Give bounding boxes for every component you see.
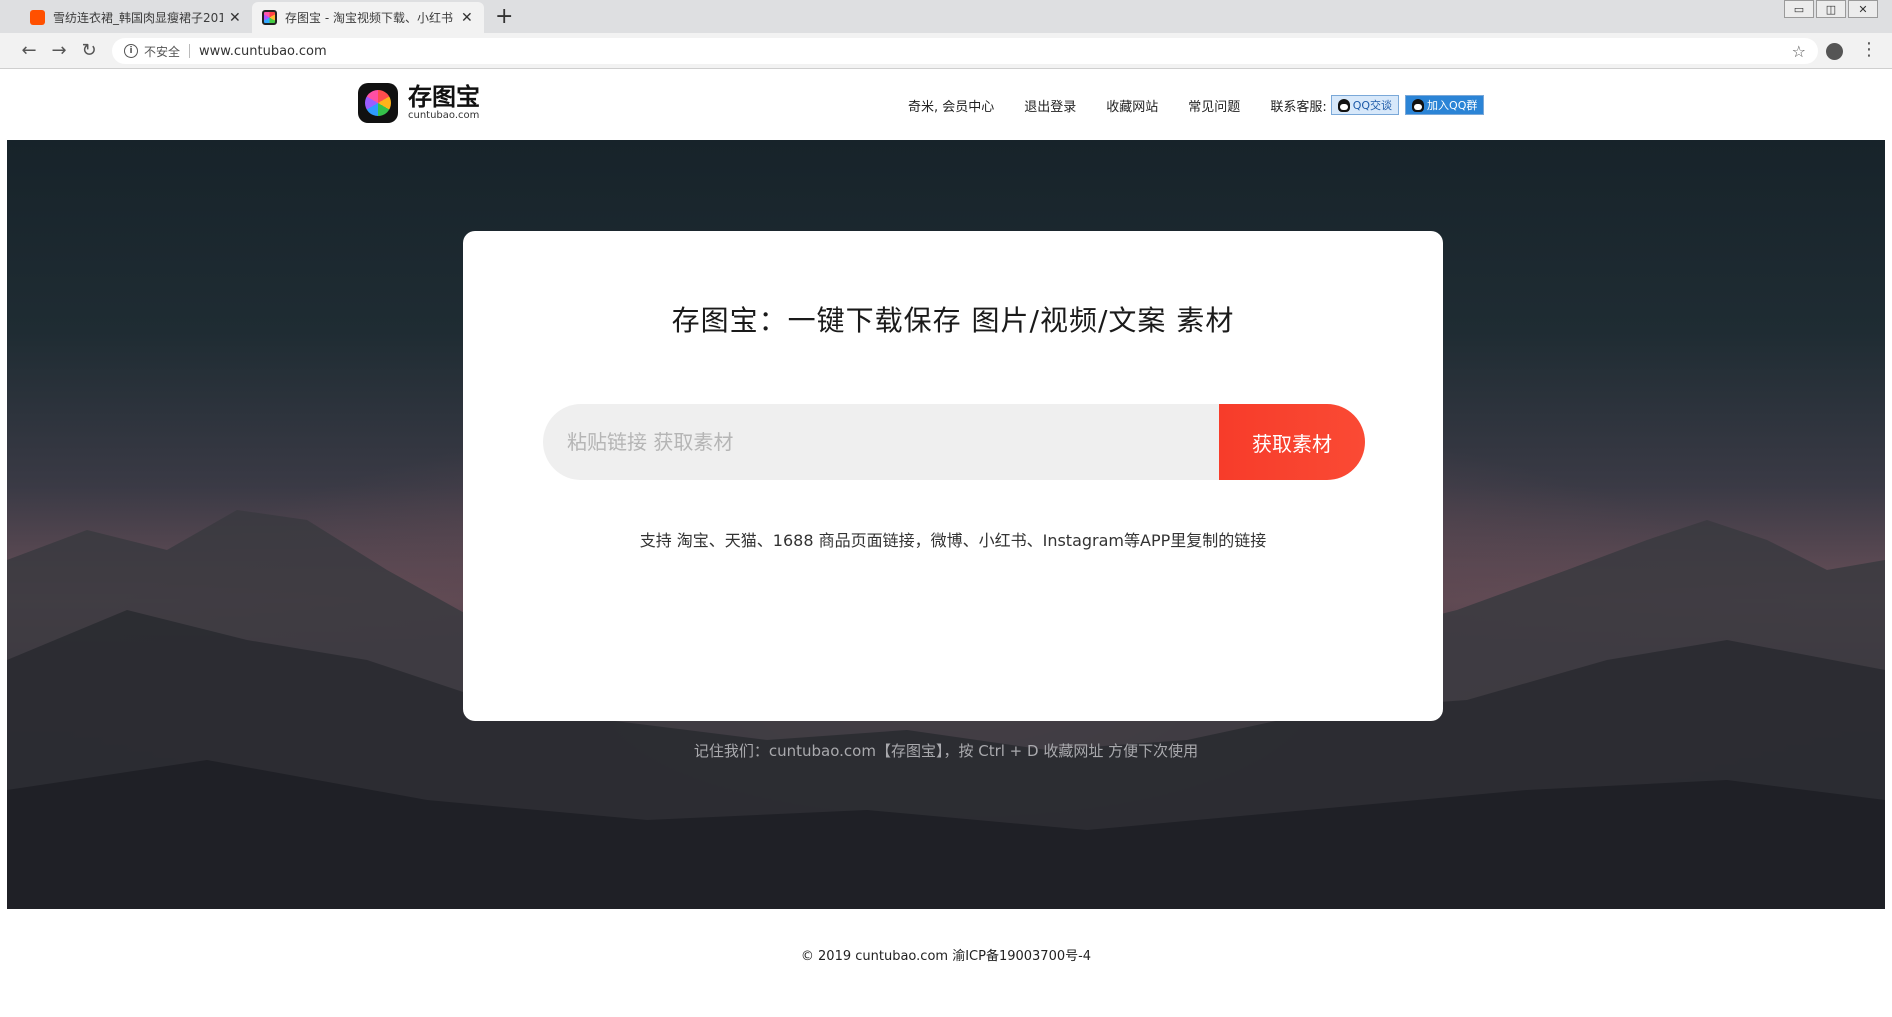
address-separator [189,44,191,58]
tab-title: 雪纺连衣裙_韩国肉显瘦裙子2019 [53,11,223,25]
contact-label: 联系客服: [1270,99,1327,115]
browser-tab-cuntubao[interactable]: 存图宝 - 淘宝视频下载、小红书 ✕ [252,2,484,33]
bookmark-hint-text: 记住我们：cuntubao.com【存图宝】，按 Ctrl + D 收藏网址 方… [693,742,1199,760]
logo-text: 存图宝 cuntubao.com [408,85,480,121]
reload-button[interactable]: ↻ [74,40,104,61]
security-status: 不安全 [144,44,181,59]
logo-name: 存图宝 [408,83,480,111]
tab-close-icon[interactable]: ✕ [229,10,241,26]
search-card: 存图宝：一键下载保存 图片/视频/文案 素材 获取素材 支持 淘宝、天猫、168… [463,231,1443,721]
qq-group-label: 加入QQ群 [1427,99,1478,112]
browser-toolbar: ← → ↻ i 不安全 www.cuntubao.com ☆ ⋮ [0,33,1892,69]
site-logo[interactable]: 存图宝 cuntubao.com [358,83,480,123]
restore-button[interactable]: ◫ [1816,0,1846,18]
supported-sites-text: 支持 淘宝、天猫、1688 商品页面链接，微博、小红书、Instagram等AP… [639,531,1267,550]
bookmark-star-icon[interactable]: ☆ [1792,42,1806,61]
search-form: 获取素材 [543,404,1365,480]
nav-bookmark-site[interactable]: 收藏网站 [1106,96,1158,115]
new-tab-button[interactable]: + [495,4,513,29]
nav-member-center[interactable]: 奇米, 会员中心 [908,96,994,115]
address-url[interactable]: www.cuntubao.com [199,44,327,59]
close-window-button[interactable]: ✕ [1848,0,1878,18]
qq-penguin-icon [1337,98,1350,112]
get-material-button[interactable]: 获取素材 [1219,404,1365,480]
hero-background: 存图宝：一键下载保存 图片/视频/文案 素材 获取素材 支持 淘宝、天猫、168… [7,140,1885,909]
footer-copyright: © 2019 cuntubao.com 渝ICP备19003700号-4 [800,949,1092,964]
back-button[interactable]: ← [14,40,44,61]
cuntubao-favicon-icon [262,10,277,25]
site-nav: 奇米, 会员中心 退出登录 收藏网站 常见问题 联系客服: QQ交谈 加入QQ群 [908,95,1490,115]
browser-menu-icon[interactable]: ⋮ [1860,39,1878,60]
info-icon[interactable]: i [124,44,138,58]
window-controls: ▭ ◫ ✕ [1784,0,1878,18]
logo-flower-petals [365,90,391,116]
minimize-button[interactable]: ▭ [1784,0,1814,18]
browser-tab-bar: 雪纺连衣裙_韩国肉显瘦裙子2019 ✕ 存图宝 - 淘宝视频下载、小红书 ✕ +… [0,0,1892,33]
page-title: 存图宝：一键下载保存 图片/视频/文案 素材 [671,304,1235,337]
nav-logout[interactable]: 退出登录 [1024,96,1076,115]
qq-talk-label: QQ交谈 [1352,99,1393,112]
browser-tab-taobao[interactable]: 雪纺连衣裙_韩国肉显瘦裙子2019 ✕ [20,2,246,33]
address-bar[interactable]: i 不安全 www.cuntubao.com ☆ [112,38,1818,64]
qq-penguin-icon [1412,98,1425,112]
link-input[interactable] [543,404,1219,480]
site-header: 存图宝 cuntubao.com 奇米, 会员中心 退出登录 收藏网站 常见问题… [0,69,1892,140]
taobao-favicon-icon [30,10,45,25]
forward-button[interactable]: → [44,40,74,61]
profile-avatar-icon[interactable] [1826,43,1843,60]
nav-faq[interactable]: 常见问题 [1188,96,1240,115]
tab-close-icon[interactable]: ✕ [461,10,473,26]
tab-title: 存图宝 - 淘宝视频下载、小红书 [285,11,453,25]
logo-flower-icon [358,83,398,123]
qq-group-button[interactable]: 加入QQ群 [1405,95,1485,115]
logo-domain: cuntubao.com [408,110,480,121]
qq-talk-button[interactable]: QQ交谈 [1330,95,1400,115]
